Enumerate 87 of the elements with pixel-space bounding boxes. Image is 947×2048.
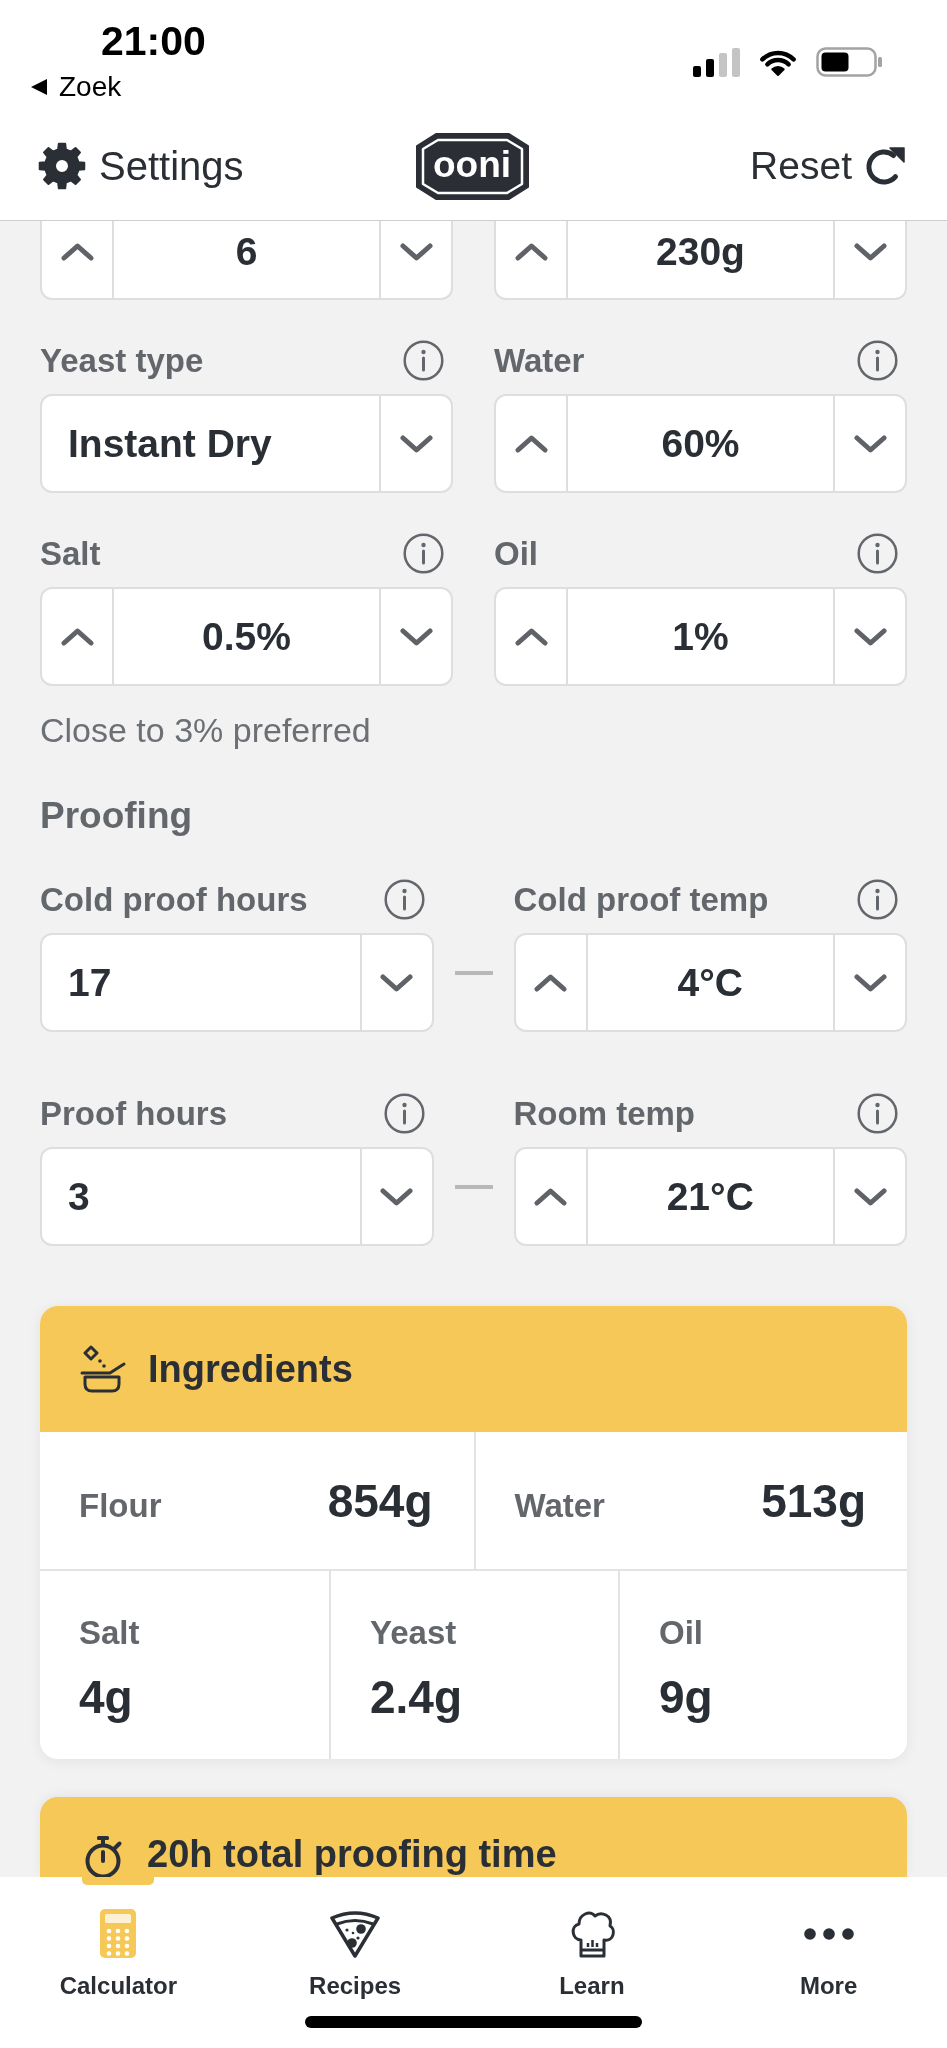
stepper[interactable]: 4°C bbox=[513, 933, 907, 1032]
chevron-down-icon bbox=[380, 973, 413, 992]
chevron-down-icon bbox=[853, 627, 887, 646]
dropdown-field[interactable]: 17 bbox=[40, 933, 434, 1032]
value-field[interactable]: 6 bbox=[114, 221, 379, 298]
value-field[interactable]: 60% bbox=[568, 396, 833, 491]
value-field[interactable]: 1% bbox=[568, 589, 833, 684]
ingredient-name: Salt bbox=[79, 1613, 140, 1653]
ingredient-amount: 2.4g bbox=[370, 1670, 463, 1724]
section-title: Proofing bbox=[40, 796, 193, 836]
dash-icon bbox=[454, 970, 493, 975]
chevron-down-icon bbox=[853, 973, 887, 992]
value-field[interactable]: 0.5% bbox=[114, 589, 379, 684]
field-label: Cold proof temp bbox=[513, 880, 769, 920]
chevron-up-icon bbox=[514, 627, 548, 646]
reset-button[interactable]: Reset bbox=[750, 144, 906, 188]
selected-value: 17 bbox=[67, 959, 113, 1006]
back-link[interactable]: Zoek bbox=[31, 70, 122, 103]
field-label: Water bbox=[494, 341, 585, 381]
info-icon[interactable] bbox=[857, 340, 898, 381]
info-icon[interactable] bbox=[383, 879, 425, 920]
settings-button[interactable]: Settings bbox=[38, 142, 244, 190]
field-label: Proof hours bbox=[40, 1094, 227, 1134]
value-field[interactable]: 4°C bbox=[587, 935, 833, 1030]
battery-icon bbox=[816, 47, 883, 77]
stepper[interactable]: 0.5% bbox=[40, 587, 453, 686]
chevron-down-icon bbox=[399, 434, 433, 453]
field-label: Cold proof hours bbox=[40, 880, 308, 920]
ingredient-name: Oil bbox=[659, 1613, 703, 1653]
chevron-down-icon bbox=[399, 627, 433, 646]
dropdown-field[interactable]: Instant Dry bbox=[40, 394, 453, 493]
ingredient-amount: 513g bbox=[761, 1473, 866, 1528]
field-label: Yeast type bbox=[40, 341, 204, 381]
field-label: Salt bbox=[40, 534, 101, 574]
chevron-up-icon bbox=[514, 242, 548, 261]
chevron-up-icon bbox=[60, 242, 94, 261]
stepper[interactable]: 230g bbox=[494, 221, 907, 300]
stepper[interactable]: 60% bbox=[494, 394, 907, 493]
field-label: Room temp bbox=[513, 1094, 695, 1134]
ingredient-name: Yeast bbox=[370, 1613, 457, 1653]
ingredient-name: Flour bbox=[79, 1485, 162, 1526]
info-icon[interactable] bbox=[857, 533, 898, 574]
tab[interactable]: Learn bbox=[473, 1877, 711, 2000]
ingredient-amount: 4g bbox=[79, 1670, 133, 1724]
info-icon[interactable] bbox=[857, 879, 898, 920]
info-icon[interactable] bbox=[403, 340, 444, 381]
pizza-slice-icon bbox=[329, 1908, 382, 1959]
hint-text: Close to 3% preferred bbox=[40, 710, 371, 750]
signal-icon bbox=[693, 47, 740, 77]
chevron-down-icon bbox=[853, 434, 887, 453]
card-title: Ingredients bbox=[148, 1347, 353, 1391]
stepper[interactable]: 1% bbox=[494, 587, 907, 686]
ingredient-name: Water bbox=[514, 1485, 605, 1526]
dash-icon bbox=[454, 1184, 493, 1189]
field-label: Oil bbox=[494, 534, 538, 574]
info-icon[interactable] bbox=[383, 1093, 425, 1134]
ellipsis-icon bbox=[803, 1927, 854, 1940]
selected-value: 3 bbox=[67, 1173, 91, 1220]
stepper[interactable]: 21°C bbox=[513, 1147, 907, 1246]
card-title: 20h total proofing time bbox=[147, 1834, 557, 1874]
chevron-down-icon bbox=[853, 242, 887, 261]
info-icon[interactable] bbox=[857, 1093, 898, 1134]
tab[interactable]: More bbox=[710, 1877, 947, 2000]
dropdown-field[interactable]: 3 bbox=[40, 1147, 434, 1246]
gear-icon bbox=[38, 142, 86, 190]
clock-time: 21:00 bbox=[101, 18, 206, 65]
value-field[interactable]: 21°C bbox=[587, 1149, 833, 1244]
tab[interactable]: Calculator bbox=[0, 1877, 237, 2000]
stepper[interactable]: 6 bbox=[40, 221, 453, 300]
info-icon[interactable] bbox=[403, 533, 444, 574]
value-field[interactable]: 230g bbox=[568, 221, 833, 298]
refresh-icon bbox=[864, 145, 906, 187]
selected-value: Instant Dry bbox=[67, 420, 273, 467]
chevron-up-icon bbox=[534, 973, 567, 992]
tab[interactable]: Recipes bbox=[236, 1877, 474, 2000]
chevron-up-icon bbox=[60, 627, 94, 646]
chevron-down-icon bbox=[380, 1187, 413, 1206]
back-icon bbox=[31, 78, 47, 95]
chevron-down-icon bbox=[853, 1187, 887, 1206]
chevron-down-icon bbox=[399, 242, 433, 261]
ingredient-amount: 854g bbox=[327, 1473, 433, 1528]
logo: ooni bbox=[415, 132, 529, 200]
chevron-up-icon bbox=[514, 434, 548, 453]
ingredient-amount: 9g bbox=[659, 1670, 713, 1724]
calculator-icon bbox=[100, 1909, 137, 1958]
bowl-icon bbox=[79, 1345, 127, 1393]
chevron-up-icon bbox=[534, 1187, 567, 1206]
